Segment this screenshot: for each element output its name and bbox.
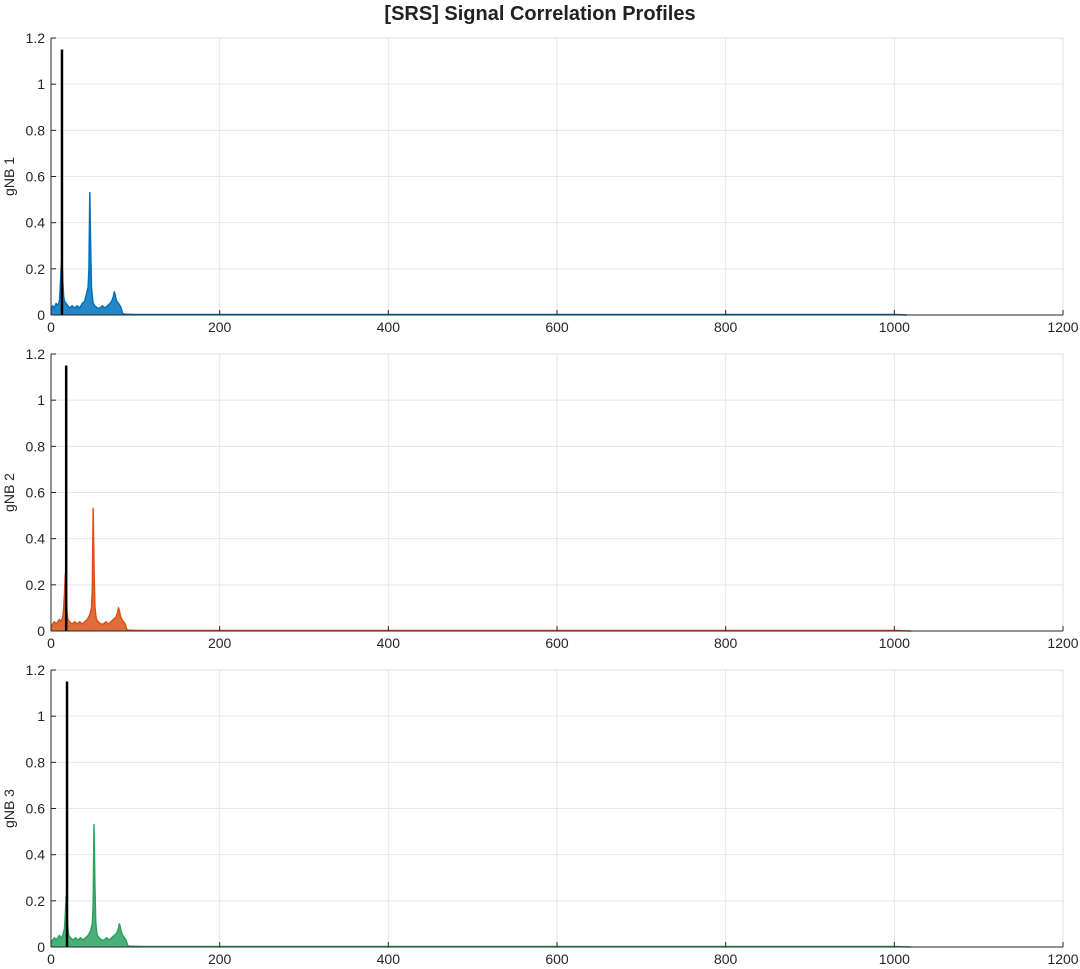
y-tick-label: 1.2 bbox=[26, 30, 46, 46]
y-tick-label: 0.2 bbox=[26, 261, 46, 277]
x-tick-label: 200 bbox=[208, 951, 232, 967]
y-tick-label: 0.6 bbox=[26, 485, 46, 501]
x-tick-label: 0 bbox=[47, 319, 55, 335]
subplot-3: 0 200 400 600 800 1000 1200 0 0.2 0.4 0.6 0.8 1 1.2 gN… bbox=[1, 662, 1079, 967]
y-tick-label: 0.8 bbox=[26, 438, 46, 454]
x-tick-label: 200 bbox=[208, 635, 232, 651]
x-tick-label: 600 bbox=[545, 635, 569, 651]
x-tick-label: 1000 bbox=[879, 951, 910, 967]
y-tick-label: 0.2 bbox=[26, 893, 46, 909]
y-tick-label: 0 bbox=[37, 623, 45, 639]
x-tick-label: 200 bbox=[208, 319, 232, 335]
y-axis-label: gNB 3 bbox=[1, 789, 17, 828]
chart-canvas: 0 200 400 600 800 1000 120000.20.40.60.811.2gN… bbox=[1, 30, 1079, 967]
x-tick-label: 0 bbox=[47, 951, 55, 967]
x-tick-label: 0 bbox=[47, 635, 55, 651]
x-tick-label: 1200 bbox=[1047, 951, 1078, 967]
y-tick-label: 0 bbox=[37, 307, 45, 323]
y-axis-label: gNB 2 bbox=[1, 473, 17, 512]
x-tick-label: 800 bbox=[714, 635, 738, 651]
x-tick-label: 1000 bbox=[879, 319, 910, 335]
x-tick-label: 800 bbox=[714, 319, 738, 335]
y-tick-label: 1.2 bbox=[26, 662, 46, 678]
subplot-2: 0 200 400 600 800 1000 1200 0 0.2 0.4 0.6 0.8 1 1.2 gN… bbox=[1, 346, 1079, 651]
x-tick-label: 600 bbox=[545, 951, 569, 967]
y-axis-label: gNB 1 bbox=[1, 157, 17, 196]
y-tick-label: 1 bbox=[37, 392, 45, 408]
y-tick-label: 0.4 bbox=[26, 215, 46, 231]
y-tick-label: 1 bbox=[37, 76, 45, 92]
x-tick-label: 800 bbox=[714, 951, 738, 967]
y-tick-label: 0.6 bbox=[26, 801, 46, 817]
y-tick-label: 0.2 bbox=[26, 577, 46, 593]
subplot-1: 0 200 400 600 800 1000 1200 0 0.2 0.4 0.6 0.8 1 1.2 gN… bbox=[1, 30, 1079, 335]
x-tick-label: 1000 bbox=[879, 635, 910, 651]
y-tick-label: 1 bbox=[37, 708, 45, 724]
x-tick-label: 400 bbox=[377, 635, 401, 651]
x-tick-label: 400 bbox=[377, 951, 401, 967]
y-tick-label: 0 bbox=[37, 939, 45, 955]
y-tick-label: 0.8 bbox=[26, 122, 46, 138]
y-tick-label: 1.2 bbox=[26, 346, 46, 362]
y-tick-label: 0.8 bbox=[26, 754, 46, 770]
figure: [SRS] Signal Correlation Profiles 0 200 40… bbox=[0, 0, 1080, 969]
x-tick-label: 1200 bbox=[1047, 319, 1078, 335]
x-tick-label: 1200 bbox=[1047, 635, 1078, 651]
y-tick-label: 0.4 bbox=[26, 847, 46, 863]
x-tick-label: 400 bbox=[377, 319, 401, 335]
y-tick-label: 0.4 bbox=[26, 531, 46, 547]
x-tick-label: 600 bbox=[545, 319, 569, 335]
y-tick-label: 0.6 bbox=[26, 169, 46, 185]
